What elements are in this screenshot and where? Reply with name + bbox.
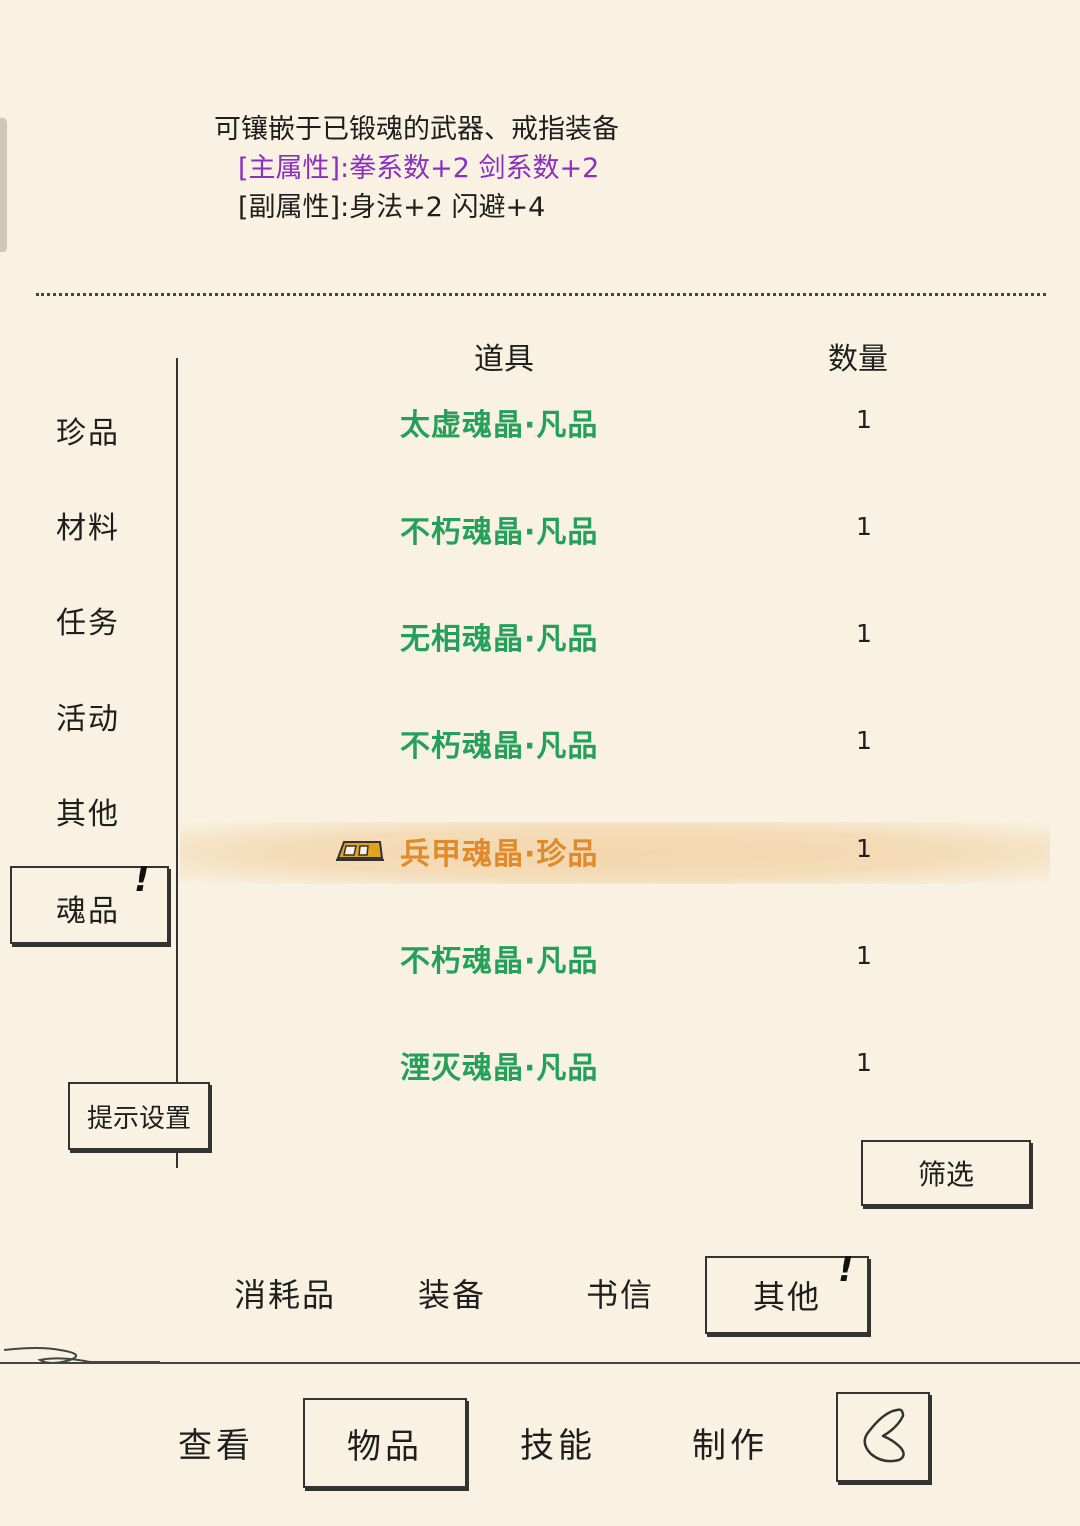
alert-exclamation-icon: !	[838, 1250, 854, 1290]
item-name[interactable]: 不朽魂晶·凡品	[400, 721, 598, 765]
item-count: 1	[856, 941, 872, 970]
swirl-decoration	[3, 1347, 160, 1364]
item-description: 可镶嵌于已锻魂的武器、戒指装备 [主属性]:拳系数+2 剑系数+2 [副属性]:…	[214, 110, 619, 227]
item-count: 1	[856, 1048, 872, 1077]
sidebar-item-materials[interactable]: 材料	[56, 503, 120, 547]
dotted-divider	[36, 293, 1046, 296]
back-button[interactable]	[836, 1392, 930, 1482]
item-name[interactable]: 无相魂晶·凡品	[400, 614, 598, 658]
filter-button[interactable]: 筛选	[861, 1140, 1031, 1206]
column-header-item: 道具	[474, 342, 534, 377]
description-line: 可镶嵌于已锻魂的武器、戒指装备	[214, 114, 619, 145]
item-count: 1	[856, 512, 872, 541]
subtab-equipment[interactable]: 装备	[418, 1270, 486, 1316]
item-name[interactable]: 不朽魂晶·凡品	[400, 936, 598, 980]
sidebar-item-other[interactable]: 其他	[56, 789, 120, 833]
main-attribute: [主属性]:拳系数+2 剑系数+2	[238, 153, 600, 184]
item-count: 1	[856, 619, 872, 648]
rare-item-icon	[336, 841, 384, 861]
bottom-divider	[0, 1362, 1080, 1364]
sidebar-divider	[176, 358, 178, 1168]
nav-skills[interactable]: 技能	[520, 1418, 596, 1467]
sidebar-item-treasure[interactable]: 珍品	[56, 408, 120, 452]
column-header-count: 数量	[828, 342, 888, 377]
item-name-selected[interactable]: 兵甲魂晶·珍品	[400, 829, 598, 873]
sidebar-item-events[interactable]: 活动	[56, 694, 120, 738]
item-name[interactable]: 湮灭魂晶·凡品	[400, 1043, 598, 1087]
item-count: 1	[856, 726, 872, 755]
hint-settings-button[interactable]: 提示设置	[68, 1082, 210, 1150]
nav-view[interactable]: 查看	[178, 1418, 254, 1467]
sub-attribute: [副属性]:身法+2 闪避+4	[238, 192, 546, 223]
subtab-other-label: 其他	[752, 1278, 821, 1316]
item-count: 1	[856, 834, 872, 863]
alert-exclamation-icon: !	[134, 860, 150, 900]
subtab-letters[interactable]: 书信	[586, 1270, 654, 1316]
sidebar-item-quests[interactable]: 任务	[56, 598, 120, 642]
nav-craft[interactable]: 制作	[692, 1418, 768, 1467]
item-name[interactable]: 太虚魂晶·凡品	[400, 400, 598, 444]
subtab-consumables[interactable]: 消耗品	[234, 1270, 336, 1316]
back-arrow-icon	[863, 1408, 905, 1463]
selected-row-highlight	[180, 822, 1050, 884]
item-count: 1	[856, 405, 872, 434]
item-name[interactable]: 不朽魂晶·凡品	[400, 507, 598, 551]
sidebar-item-soul[interactable]: 魂品	[56, 886, 120, 930]
left-edge-handle[interactable]	[0, 118, 7, 252]
nav-items[interactable]: 物品	[303, 1398, 467, 1488]
nav-items-label: 物品	[347, 1426, 423, 1467]
